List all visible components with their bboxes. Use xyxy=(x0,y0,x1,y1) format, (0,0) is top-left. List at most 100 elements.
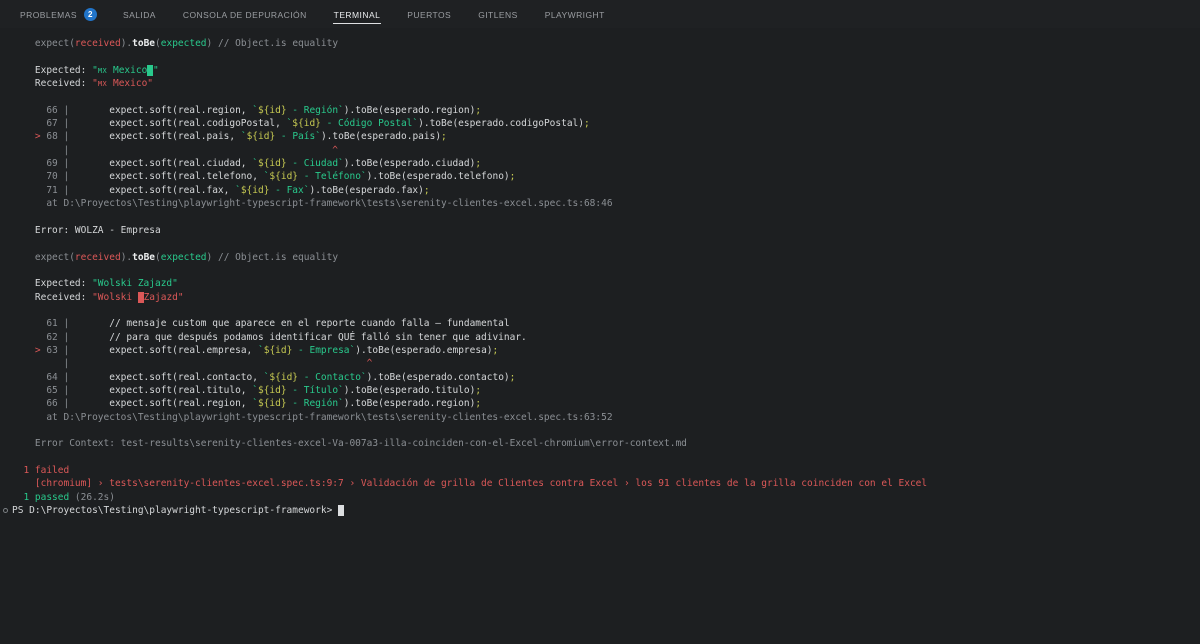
tab-consola-de-depuracion[interactable]: CONSOLA DE DEPURACIÓN xyxy=(182,0,308,28)
blank-line xyxy=(12,264,1200,277)
code-frame-line: 61 | // mensaje custom que aparece en el… xyxy=(12,317,1200,330)
tab-playwright[interactable]: PLAYWRIGHT xyxy=(544,0,606,28)
terminal-text-segment: expected xyxy=(161,38,207,49)
terminal-text-segment: ; xyxy=(475,158,481,169)
received-line: Received: "Wolski Zajazd" xyxy=(12,291,1200,304)
tab-problemas[interactable]: PROBLEMAS2 xyxy=(19,0,97,28)
problems-count-badge: 2 xyxy=(84,8,97,21)
terminal-text-segment xyxy=(338,505,344,516)
terminal-text-segment: ${id} xyxy=(264,345,293,356)
terminal-text-segment xyxy=(12,131,35,142)
terminal-text-segment: expect.soft(real.telefono, xyxy=(75,171,264,182)
terminal-text-segment: Error: WOLZA - Empresa xyxy=(12,225,161,236)
terminal-text-segment: ) // Object.is equality xyxy=(207,252,339,263)
jest-matcher-hint-line: expect(received).toBe(expected) // Objec… xyxy=(12,37,1200,50)
tab-terminal-label: TERMINAL xyxy=(333,5,382,24)
terminal-text-segment: expect.soft(real.titulo, xyxy=(75,385,252,396)
blank-line xyxy=(12,451,1200,464)
terminal-text-segment: ${id} xyxy=(258,105,287,116)
command-decoration-icon[interactable] xyxy=(3,508,8,513)
tab-gitlens-label: GITLENS xyxy=(477,5,519,24)
terminal-text-segment: ).toBe(esperado.codigoPostal) xyxy=(418,118,584,129)
terminal-text-segment: - Fax` xyxy=(269,185,309,196)
terminal-text-segment: received xyxy=(75,38,121,49)
tab-puertos-label: PUERTOS xyxy=(406,5,452,24)
terminal-text-segment: toBe xyxy=(132,38,155,49)
terminal-text-segment: MX xyxy=(98,80,107,88)
code-frame-line: 62 | // para que después podamos identif… xyxy=(12,331,1200,344)
terminal-text-segment: | xyxy=(12,145,69,156)
terminal-text-segment: 71 | xyxy=(12,185,75,196)
terminal-text-segment: ; xyxy=(493,345,499,356)
terminal-text-segment: ).toBe(esperado.region) xyxy=(344,398,476,409)
terminal-text-segment: expect.soft(real.ciudad, xyxy=(75,158,252,169)
terminal-text-segment: ; xyxy=(475,398,481,409)
terminal-text-segment: 70 | xyxy=(12,171,75,182)
terminal-text-segment: Received: xyxy=(12,78,92,89)
terminal-text-segment: expect( xyxy=(12,252,75,263)
terminal-text-segment: // mensaje custom que aparece en el repo… xyxy=(75,318,510,329)
blank-line xyxy=(12,237,1200,250)
terminal-text-segment: expect.soft(real.pais, xyxy=(75,131,241,142)
code-frame-line: 65 | expect.soft(real.titulo, `${id} - T… xyxy=(12,384,1200,397)
tab-terminal[interactable]: TERMINAL xyxy=(333,0,382,28)
tab-gitlens[interactable]: GITLENS xyxy=(477,0,519,28)
terminal-text-segment xyxy=(12,345,35,356)
terminal-text-segment: ).toBe(esperado.contacto) xyxy=(367,372,510,383)
terminal-text-segment: 66 | xyxy=(12,105,75,116)
terminal-text-segment: - Empresa` xyxy=(292,345,355,356)
terminal-text-segment: expect.soft(real.contacto, xyxy=(75,372,264,383)
terminal-text-segment: - Región` xyxy=(287,398,344,409)
terminal-text-segment: ).toBe(esperado.empresa) xyxy=(355,345,492,356)
terminal-text-segment: 68 | xyxy=(41,131,75,142)
code-frame-line-failing: > 68 | expect.soft(real.pais, `${id} - P… xyxy=(12,130,1200,143)
pass-summary-line: 1 passed (26.2s) xyxy=(12,491,1200,504)
blank-line xyxy=(12,210,1200,223)
stack-trace-line: at D:\Proyectos\Testing\playwright-types… xyxy=(12,411,1200,424)
terminal-text-segment: at D:\Proyectos\Testing\playwright-types… xyxy=(12,412,613,423)
tab-playwright-label: PLAYWRIGHT xyxy=(544,5,606,24)
terminal-text-segment: " xyxy=(153,65,159,76)
tab-salida-label: SALIDA xyxy=(122,5,157,24)
terminal-text-segment: PS D:\Proyectos\Testing\playwright-types… xyxy=(12,505,338,516)
code-frame-line: 66 | expect.soft(real.region, `${id} - R… xyxy=(12,397,1200,410)
terminal-text-segment: // para que después podamos identificar … xyxy=(75,332,527,343)
code-frame-line: 66 | expect.soft(real.region, `${id} - R… xyxy=(12,104,1200,117)
terminal-text-segment: Error Context: test-results\serenity-cli… xyxy=(12,438,687,449)
terminal-text-segment: 67 | xyxy=(12,118,75,129)
terminal-text-segment: 63 | xyxy=(41,345,75,356)
tab-puertos[interactable]: PUERTOS xyxy=(406,0,452,28)
terminal-text-segment: ${id} xyxy=(269,372,298,383)
blank-line xyxy=(12,90,1200,103)
terminal-text-segment: - Teléfono` xyxy=(298,171,367,182)
terminal-text-segment: ).toBe(esperado.telefono) xyxy=(367,171,510,182)
terminal-text-segment: | xyxy=(12,358,69,369)
terminal-text-segment: ; xyxy=(475,385,481,396)
code-frame-line: 69 | expect.soft(real.ciudad, `${id} - C… xyxy=(12,157,1200,170)
tab-salida[interactable]: SALIDA xyxy=(122,0,157,28)
caret-line: | ^ xyxy=(12,144,1200,157)
expected-line: Expected: "Wolski Zajazd" xyxy=(12,277,1200,290)
terminal-text-segment: (26.2s) xyxy=(69,492,115,503)
terminal-text-segment: 1 failed xyxy=(12,465,69,476)
terminal-text-segment: ).toBe(esperado.titulo) xyxy=(344,385,476,396)
terminal-text-segment: Expected: xyxy=(12,65,92,76)
code-frame-line: 67 | expect.soft(real.codigoPostal, `${i… xyxy=(12,117,1200,130)
terminal-text-segment: - Región` xyxy=(287,105,344,116)
tab-consola-de-depuracion-label: CONSOLA DE DEPURACIÓN xyxy=(182,5,308,24)
terminal-text-segment: at D:\Proyectos\Testing\playwright-types… xyxy=(12,198,613,209)
terminal-output[interactable]: expect(received).toBe(expected) // Objec… xyxy=(0,28,1200,517)
terminal-text-segment: 62 | xyxy=(12,332,75,343)
code-frame-line: 64 | expect.soft(real.contacto, `${id} -… xyxy=(12,371,1200,384)
terminal-text-segment: ).toBe(esperado.fax) xyxy=(309,185,423,196)
terminal-text-segment: Expected: xyxy=(12,278,92,289)
terminal-text-segment: Mexico xyxy=(107,65,147,76)
terminal-text-segment: expect( xyxy=(12,38,75,49)
terminal-text-segment: ).toBe(esperado.ciudad) xyxy=(344,158,476,169)
terminal-text-segment: ; xyxy=(475,105,481,116)
expected-line: Expected: "MX Mexico " xyxy=(12,64,1200,77)
terminal-text-segment: "Wolski xyxy=(92,292,138,303)
blank-line xyxy=(12,304,1200,317)
terminal-text-segment: 69 | xyxy=(12,158,75,169)
terminal-text-segment: 64 | xyxy=(12,372,75,383)
